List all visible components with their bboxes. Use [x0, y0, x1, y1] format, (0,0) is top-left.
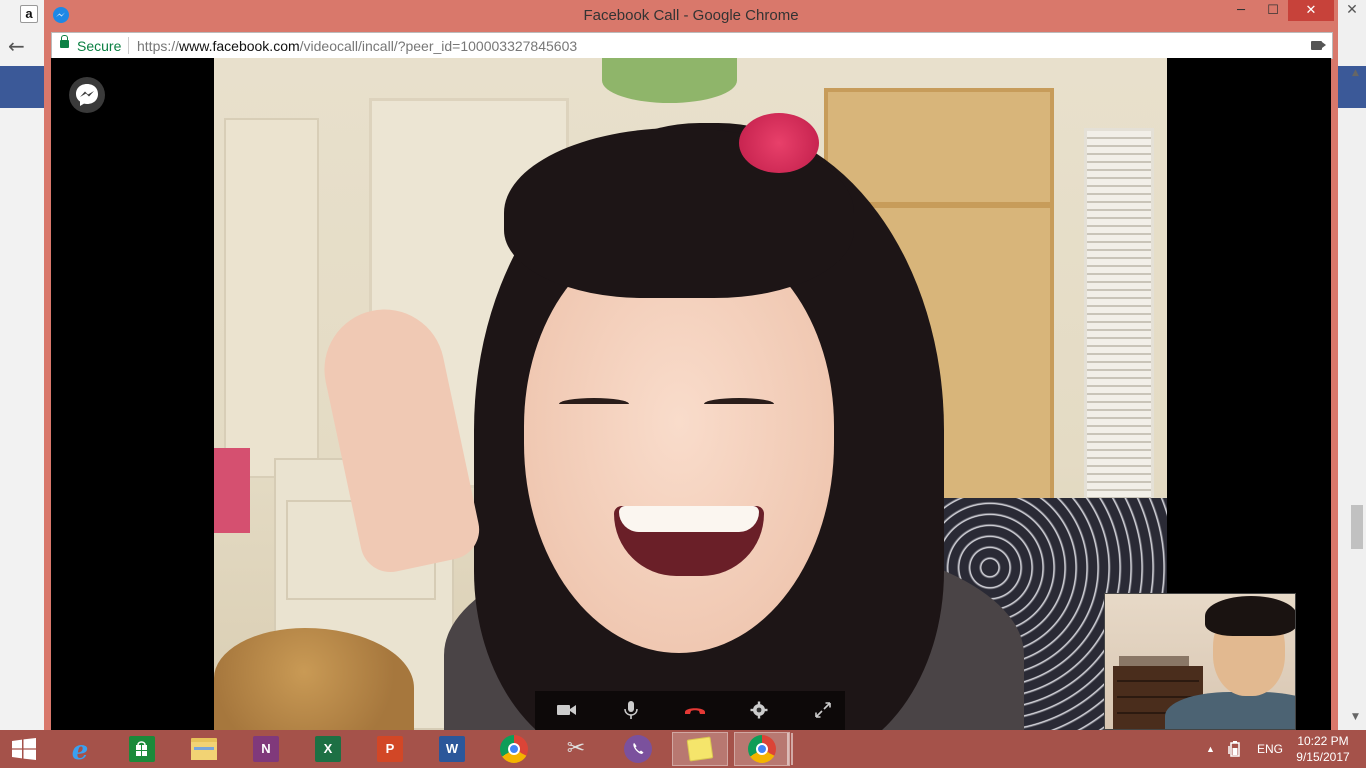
settings-button[interactable] — [747, 700, 771, 720]
windows-store-icon — [129, 736, 155, 762]
video-person-eye-right — [704, 398, 774, 410]
video-toggle-button[interactable] — [555, 700, 579, 720]
taskbar-snipping-tool[interactable]: ✂ — [548, 732, 604, 766]
taskbar-onenote[interactable]: N — [238, 732, 294, 766]
background-close-icon[interactable]: ✕ — [1338, 0, 1366, 22]
window-title: Facebook Call - Google Chrome — [583, 7, 799, 24]
language-indicator[interactable]: ENG — [1257, 730, 1283, 768]
call-controls — [535, 691, 845, 730]
word-icon: W — [439, 736, 465, 762]
windows-logo-icon — [12, 738, 36, 760]
lock-icon[interactable] — [60, 35, 69, 48]
minimize-button[interactable]: ─ — [1227, 0, 1255, 21]
end-call-icon — [685, 708, 705, 714]
scissors-icon: ✂ — [566, 736, 586, 761]
scrollbar-thumb[interactable] — [1351, 505, 1363, 549]
camera-in-use-icon[interactable] — [1311, 41, 1326, 50]
url-domain: www.facebook.com — [179, 38, 300, 54]
url-text[interactable]: https://www.facebook.com/videocall/incal… — [137, 38, 577, 54]
maximize-button[interactable]: ☐ — [1259, 0, 1287, 21]
fullscreen-icon — [815, 702, 831, 718]
excel-icon: X — [315, 736, 341, 762]
internet-explorer-icon: e — [71, 736, 89, 766]
microphone-toggle-button[interactable] — [619, 700, 643, 720]
self-video-hair — [1205, 596, 1295, 636]
sticky-notes-icon — [686, 736, 714, 762]
secure-label[interactable]: Secure — [77, 38, 121, 54]
taskbar-word[interactable]: W — [424, 732, 480, 766]
title-bar[interactable]: Facebook Call - Google Chrome ─ ☐ ✕ — [44, 0, 1338, 31]
taskbar-file-explorer[interactable] — [176, 732, 232, 766]
self-video[interactable] — [1104, 593, 1296, 730]
scroll-up-icon[interactable]: ▲ — [1352, 68, 1359, 78]
start-button[interactable] — [10, 738, 38, 760]
background-browser-window: a ← — [0, 0, 44, 730]
messenger-icon[interactable] — [69, 77, 105, 113]
background-window-right — [1338, 0, 1366, 730]
address-bar[interactable]: Secure https://www.facebook.com/videocal… — [51, 32, 1333, 59]
taskbar-internet-explorer[interactable]: e — [52, 732, 108, 766]
scroll-down-icon[interactable]: ▼ — [1352, 712, 1359, 722]
folder-icon — [191, 738, 217, 760]
video-person-teeth — [619, 506, 759, 532]
end-call-button[interactable] — [683, 700, 707, 720]
video-towel — [214, 448, 250, 533]
show-hidden-icons[interactable]: ▲ — [1206, 730, 1215, 768]
address-separator — [128, 37, 129, 54]
chrome-icon — [500, 735, 528, 763]
chrome-icon — [748, 735, 776, 763]
self-video-items — [1119, 656, 1189, 666]
self-video-body — [1165, 692, 1295, 729]
taskbar-chrome-active[interactable] — [734, 732, 790, 766]
amazon-tab-icon[interactable]: a — [20, 5, 38, 23]
powerpoint-icon: P — [377, 736, 403, 762]
video-door — [224, 118, 319, 481]
taskbar-viber[interactable] — [610, 732, 666, 766]
taskbar-windows-store[interactable] — [114, 732, 170, 766]
self-video-drawer-line — [1117, 680, 1199, 682]
clock-date: 9/15/2017 — [1296, 750, 1350, 764]
fullscreen-button[interactable] — [811, 700, 835, 720]
onenote-icon: N — [253, 736, 279, 762]
viber-icon — [624, 735, 652, 763]
taskbar-chrome[interactable] — [486, 732, 542, 766]
video-icon — [557, 705, 576, 715]
microphone-icon — [624, 701, 638, 719]
chrome-window: Facebook Call - Google Chrome ─ ☐ ✕ Secu… — [44, 0, 1338, 730]
video-hair-bow — [739, 113, 819, 173]
back-arrow-icon[interactable]: ← — [8, 34, 25, 58]
facebook-header-bar — [0, 66, 44, 108]
taskbar: e N X P W ✂ ▲ ENG 10:22 PM 9/15/2017 — [0, 730, 1366, 768]
close-button[interactable]: ✕ — [1288, 0, 1334, 21]
url-scheme: https:// — [137, 38, 180, 54]
url-path: /videocall/incall/?peer_id=1000033278456… — [299, 38, 578, 54]
video-shutter — [1084, 128, 1154, 548]
remote-video — [214, 58, 1167, 730]
taskbar-sticky-notes[interactable] — [672, 732, 728, 766]
power-icon[interactable] — [1228, 730, 1244, 768]
taskbar-stack-indicator — [786, 732, 794, 766]
call-area — [51, 58, 1331, 730]
clock[interactable]: 10:22 PM 9/15/2017 — [1290, 733, 1356, 765]
settings-icon — [750, 701, 768, 719]
video-plush-toy — [602, 58, 737, 103]
taskbar-powerpoint[interactable]: P — [362, 732, 418, 766]
clock-time: 10:22 PM — [1297, 734, 1349, 748]
taskbar-excel[interactable]: X — [300, 732, 356, 766]
video-person-eye-left — [559, 398, 629, 410]
